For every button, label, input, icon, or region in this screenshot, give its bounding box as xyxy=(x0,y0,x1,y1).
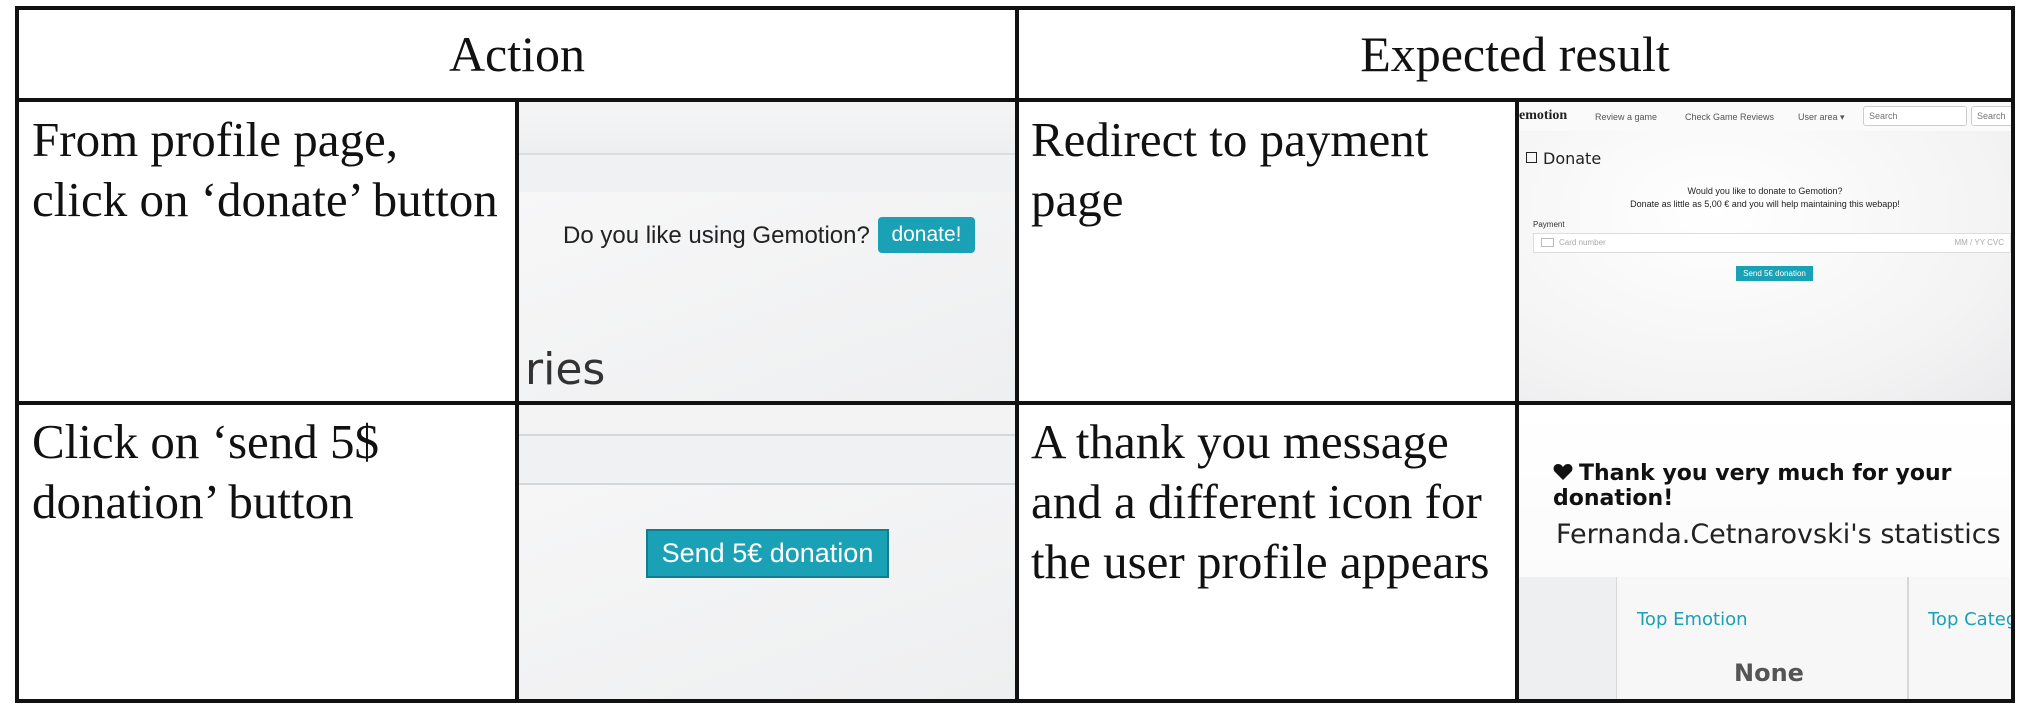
header-action: Action xyxy=(19,10,1015,98)
row1-action-line1: From profile page, xyxy=(32,112,399,167)
payment-page-screenshot: emotion Review a game Check Game Reviews… xyxy=(1519,102,2011,401)
nav-review-game[interactable]: Review a game xyxy=(1595,112,1657,122)
top-emotion-label: Top Emotion xyxy=(1637,609,1748,630)
row1-expected-line2: page xyxy=(1031,172,1124,227)
toolbar-strip xyxy=(519,153,1015,194)
row2-expected-text: A thank you message and a different icon… xyxy=(1031,412,1490,592)
nav-check-reviews[interactable]: Check Game Reviews xyxy=(1685,112,1774,122)
card-expiry-cvc: MM / YY CVC xyxy=(1954,238,2005,247)
nav-user-area[interactable]: User area ▾ xyxy=(1798,112,1845,123)
card-icon xyxy=(1541,238,1554,248)
brand-logo[interactable]: emotion xyxy=(1519,108,1567,124)
row2-expected-line3: the user profile appears xyxy=(1031,534,1490,589)
donate-message-2: Donate as little as 5,00 € and you will … xyxy=(1630,199,1900,209)
plus-square-icon xyxy=(1526,152,1537,163)
donate-question: Do you like using Gemotion? xyxy=(563,222,870,249)
partial-heading: ries xyxy=(525,344,606,395)
payment-navbar: emotion Review a game Check Game Reviews… xyxy=(1519,102,2011,139)
donate-message-1: Would you like to donate to Gemotion? xyxy=(1687,186,1843,196)
thank-you-text: Thank you very much for your donation! xyxy=(1553,461,1952,511)
navbar-area xyxy=(519,102,1015,153)
header-action-label: Action xyxy=(448,26,586,82)
donate-button[interactable]: donate! xyxy=(878,217,975,253)
thank-you-message: Thank you very much for your donation! xyxy=(1553,461,2011,511)
top-strip xyxy=(519,405,1015,436)
top-category-card xyxy=(1908,577,2011,699)
card-number-placeholder: Card number xyxy=(1559,238,1606,247)
profile-donate-screenshot: Do you like using Gemotion? donate! ries xyxy=(519,102,1015,401)
test-case-table: Action Expected result From profile page… xyxy=(15,6,2015,703)
row2-action-text: Click on ‘send 5$ donation’ button xyxy=(32,412,379,532)
card-number-field[interactable]: Card number MM / YY CVC xyxy=(1533,233,2011,253)
row1-expected-text: Redirect to payment page xyxy=(1031,110,1428,230)
nav-search-input[interactable]: Search xyxy=(1863,106,1967,126)
row1-expected-line1: Redirect to payment xyxy=(1031,112,1429,167)
top-emotion-value: None xyxy=(1734,659,1804,687)
row2-action-line2: donation’ button xyxy=(32,474,354,529)
center-divider xyxy=(1015,10,1019,699)
header-expected-label: Expected result xyxy=(1360,26,1670,82)
row1-action-text: From profile page, click on ‘donate’ but… xyxy=(32,110,498,230)
header-expected-result: Expected result xyxy=(1019,10,2011,98)
statistics-title: Fernanda.Cetnarovski's statistics xyxy=(1556,519,2001,550)
top-category-label: Top Catego xyxy=(1928,609,2011,630)
donate-title-text: Donate xyxy=(1543,149,1602,168)
send-donation-button-small[interactable]: Send 5€ donation xyxy=(1736,266,1813,281)
row2-expected-line2: and a different icon for xyxy=(1031,474,1482,529)
field-strip xyxy=(519,436,1015,485)
payment-label: Payment xyxy=(1533,220,1565,229)
donate-title: Donate xyxy=(1526,149,1601,168)
row2-expected-line1: A thank you message xyxy=(1031,414,1449,469)
row2-action-line1: Click on ‘send 5$ xyxy=(32,414,380,469)
page-body xyxy=(519,485,1015,699)
send-donation-button[interactable]: Send 5€ donation xyxy=(646,529,889,578)
send-donation-screenshot: Send 5€ donation xyxy=(519,405,1015,699)
heart-icon xyxy=(1553,464,1573,480)
row1-action-line2: click on ‘donate’ button xyxy=(32,172,498,227)
thank-you-screenshot: Thank you very much for your donation! F… xyxy=(1519,405,2011,699)
nav-search-button[interactable]: Search ga xyxy=(1971,106,2011,139)
